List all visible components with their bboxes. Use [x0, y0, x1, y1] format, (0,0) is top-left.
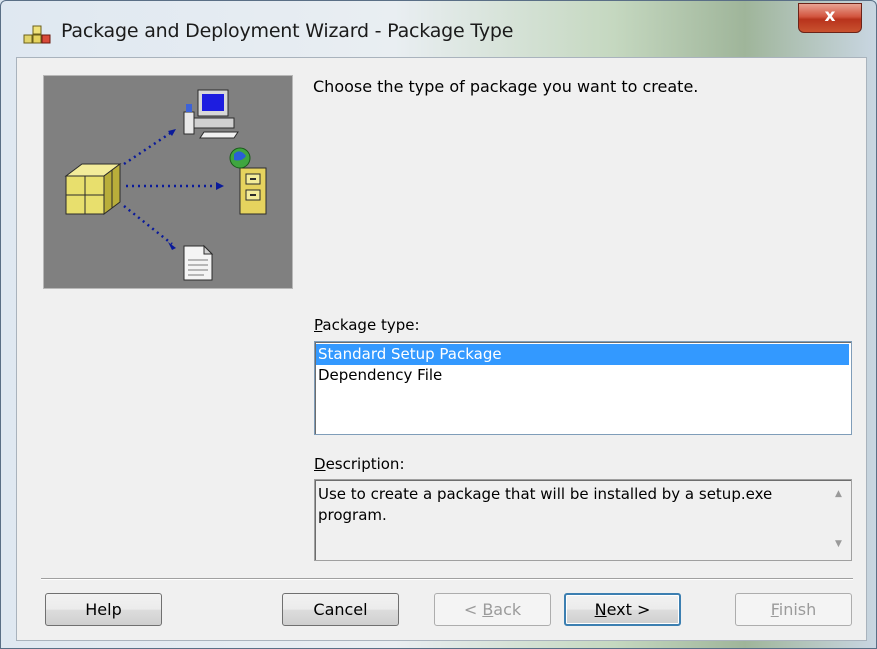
list-item-standard-setup-package[interactable]: Standard Setup Package: [316, 344, 849, 365]
step-instruction: Choose the type of package you want to c…: [313, 77, 699, 96]
package-to-destinations-illustration: [43, 75, 293, 289]
cancel-button[interactable]: Cancel: [282, 593, 399, 626]
next-button[interactable]: Next >: [564, 593, 681, 626]
close-icon: x: [824, 6, 836, 26]
package-boxes-icon: [64, 163, 122, 215]
package-wizard-icon: [23, 23, 51, 45]
package-type-label: Package type:: [314, 316, 420, 334]
close-button[interactable]: x: [798, 3, 862, 33]
computer-icon: [183, 89, 239, 139]
description-text: Use to create a package that will be ins…: [318, 485, 773, 524]
window-title: Package and Deployment Wizard - Package …: [61, 20, 514, 42]
title-bar[interactable]: Package and Deployment Wizard - Package …: [1, 1, 876, 57]
document-icon: [183, 244, 214, 281]
scroll-down-icon[interactable]: ▼: [835, 539, 842, 549]
package-type-listbox[interactable]: Standard Setup Package Dependency File: [314, 341, 852, 435]
finish-button[interactable]: Finish: [735, 593, 852, 626]
wizard-window: Package and Deployment Wizard - Package …: [0, 0, 877, 649]
description-scrollbar[interactable]: ▲ ▼: [832, 481, 850, 559]
file-cabinet-globe-icon: [229, 147, 267, 215]
description-textbox[interactable]: Use to create a package that will be ins…: [314, 479, 852, 561]
button-separator: [41, 578, 853, 580]
scroll-up-icon[interactable]: ▲: [835, 489, 842, 499]
help-button[interactable]: Help: [45, 593, 162, 626]
description-label: Description:: [314, 455, 405, 473]
list-item-dependency-file[interactable]: Dependency File: [316, 365, 849, 386]
back-button[interactable]: < Back: [434, 593, 551, 626]
wizard-client-area: Choose the type of package you want to c…: [16, 57, 867, 641]
